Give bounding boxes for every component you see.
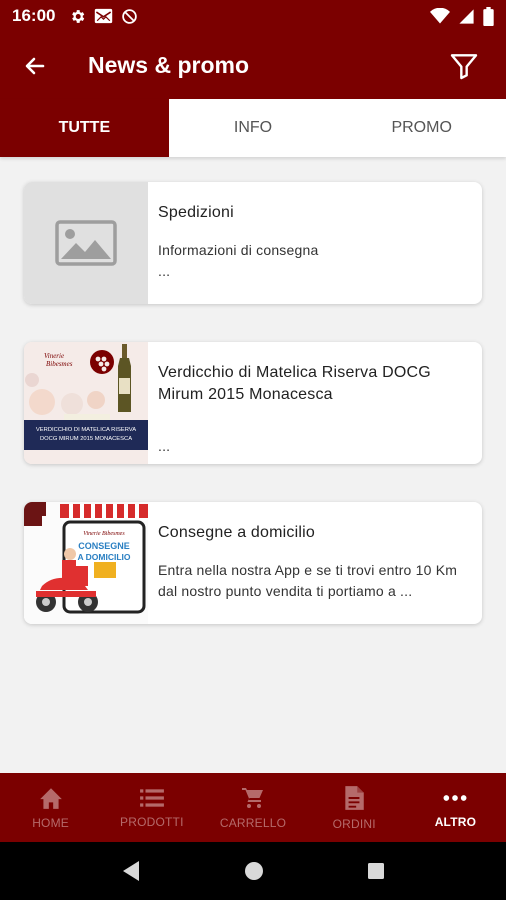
nav-carrello[interactable]: CARRELLO	[202, 773, 303, 842]
news-list: Spedizioni Informazioni di consegna ... …	[24, 182, 482, 662]
nav-home[interactable]: HOME	[0, 773, 101, 842]
card-description: Entra nella nostra App e se ti trovi ent…	[158, 562, 458, 599]
nav-altro[interactable]: ALTRO	[405, 773, 506, 842]
svg-text:CONSEGNE: CONSEGNE	[78, 541, 130, 551]
image-placeholder-icon	[55, 220, 117, 266]
document-icon	[345, 785, 364, 810]
gear-icon	[72, 9, 85, 23]
tab-info[interactable]: INFO	[169, 99, 338, 157]
card-description: Informazioni di consegna ...	[158, 242, 319, 279]
page-title: News & promo	[88, 52, 250, 78]
wine-promo-graphic: Vinerie Bibesmes VERDICCHIO DI MATELICA …	[24, 342, 148, 464]
news-card-spedizioni[interactable]: Spedizioni Informazioni di consegna ...	[24, 182, 482, 304]
nav-label: PRODOTTI	[120, 814, 184, 829]
nav-label: CARRELLO	[219, 815, 287, 830]
battery-icon	[483, 6, 494, 26]
news-card-verdicchio[interactable]: Vinerie Bibesmes VERDICCHIO DI MATELICA …	[24, 342, 482, 464]
mail-icon	[95, 8, 113, 24]
home-delivery-image: Vinerie Bibesmes CONSEGNE A DOMICILIO	[24, 502, 148, 624]
svg-text:DOCG MIRUM 2015 MONACESCA: DOCG MIRUM 2015 MONACESCA	[40, 436, 132, 442]
nav-label: HOME	[32, 815, 69, 830]
list-icon	[139, 788, 164, 807]
system-recents-icon[interactable]	[367, 862, 385, 880]
nav-ordini[interactable]: ORDINI	[304, 773, 405, 842]
bottom-nav: HOME PRODOTTI CARRELLO ORDINI ALTRO	[0, 773, 506, 842]
signal-icon	[459, 8, 474, 24]
tab-bar: TUTTE INFO PROMO	[0, 99, 506, 157]
card-description: ...	[158, 438, 171, 454]
status-right-icons	[430, 6, 494, 26]
system-home-icon[interactable]	[244, 861, 264, 881]
app-bar: News & promo	[0, 32, 506, 99]
back-button[interactable]	[0, 32, 70, 99]
card-title: Consegne a domicilio	[158, 524, 315, 541]
card-title: Spedizioni	[158, 204, 234, 221]
card-body: Verdicchio di Matelica Riserva DOCG Miru…	[148, 342, 482, 464]
svg-text:VERDICCHIO DI MATELICA RISERVA: VERDICCHIO DI MATELICA RISERVA	[36, 427, 136, 433]
wine-promo-image: Vinerie Bibesmes VERDICCHIO DI MATELICA …	[24, 342, 148, 464]
nav-label: ALTRO	[434, 814, 477, 829]
svg-text:A DOMICILIO: A DOMICILIO	[77, 552, 130, 562]
card-body: Spedizioni Informazioni di consegna ...	[148, 182, 482, 304]
svg-text:Bibesmes: Bibesmes	[46, 360, 73, 368]
tab-promo[interactable]: PROMO	[337, 99, 506, 157]
news-card-consegne[interactable]: Vinerie Bibesmes CONSEGNE A DOMICILIO Co…	[24, 502, 482, 624]
arrow-back-icon	[25, 57, 45, 74]
nav-prodotti[interactable]: PRODOTTI	[101, 773, 202, 842]
home-icon	[39, 787, 62, 809]
cart-icon	[242, 787, 263, 808]
wifi-icon	[430, 8, 450, 24]
svg-text:Vinerie: Vinerie	[44, 352, 64, 360]
status-bar: 16:00	[0, 0, 506, 32]
do-not-disturb-icon	[122, 8, 138, 24]
filter-icon	[450, 54, 478, 80]
card-body: Consegne a domicilio Entra nella nostra …	[148, 502, 482, 624]
delivery-graphic: Vinerie Bibesmes CONSEGNE A DOMICILIO	[24, 502, 148, 624]
card-title: Verdicchio di Matelica Riserva DOCG Miru…	[158, 364, 431, 403]
nav-label: ORDINI	[332, 816, 376, 831]
system-back-icon[interactable]	[121, 860, 141, 882]
more-dots-icon	[443, 794, 467, 801]
status-time: 16:00	[12, 6, 56, 25]
tab-tutte[interactable]: TUTTE	[0, 99, 169, 157]
filter-button[interactable]	[444, 46, 484, 86]
svg-text:Vinerie Bibesmes: Vinerie Bibesmes	[83, 531, 125, 537]
system-nav-bar	[0, 842, 506, 900]
status-left-icons	[69, 8, 138, 25]
card-thumbnail	[24, 182, 148, 304]
